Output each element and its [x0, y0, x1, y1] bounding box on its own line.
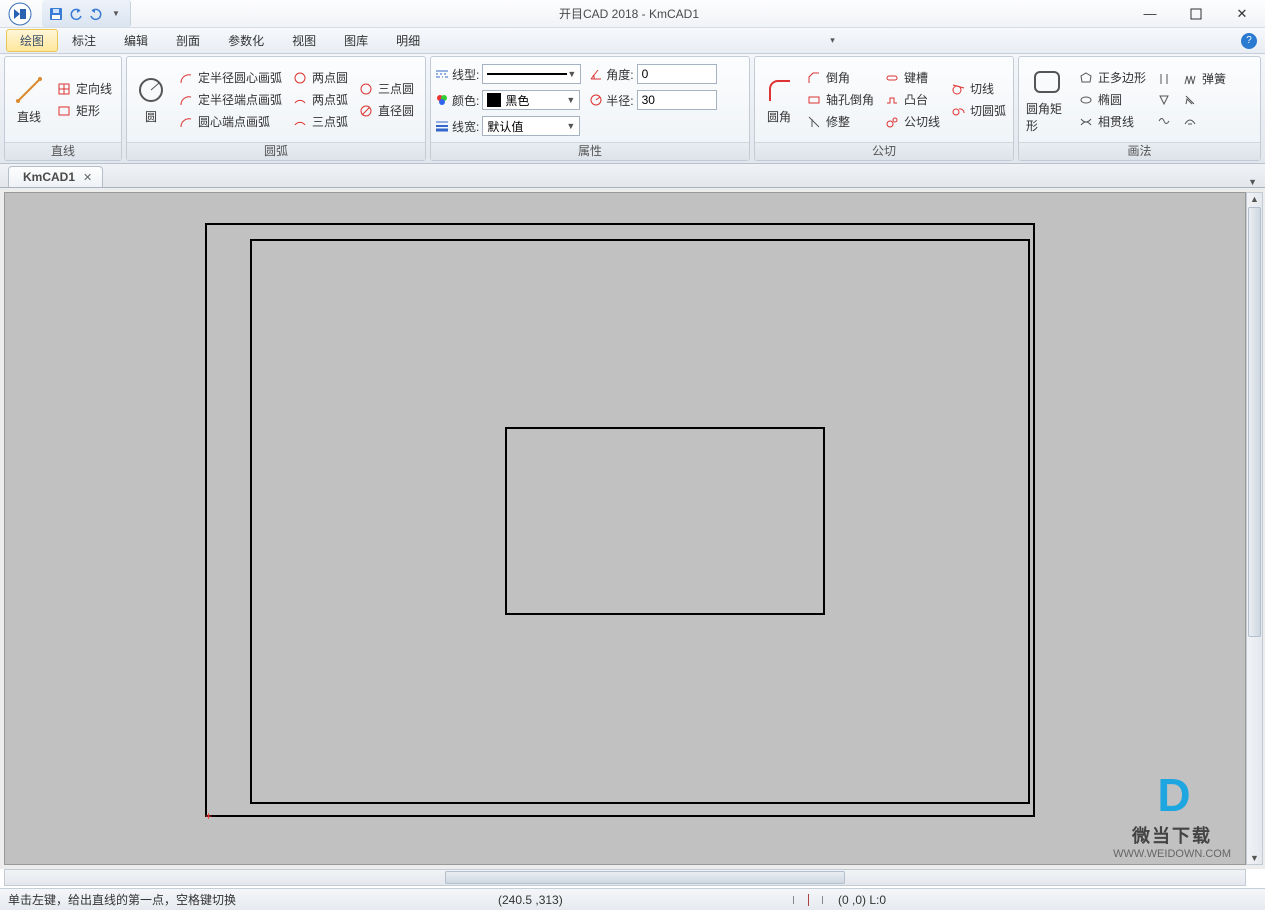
directed-line-button[interactable]: 定向线 [53, 79, 115, 98]
misc-icon-2[interactable] [1179, 112, 1229, 130]
menu-parametric[interactable]: 参数化 [214, 29, 278, 52]
linewidth-icon [435, 119, 449, 133]
undo-icon[interactable] [68, 6, 84, 22]
arc-radius-center[interactable]: 定半径圆心画弧 [175, 68, 285, 87]
vertical-scrollbar[interactable]: ▲ ▼ [1246, 192, 1263, 865]
drawing-canvas[interactable]: + D 微当下载 WWW.WEIDOWN.COM [4, 192, 1246, 865]
radius-input[interactable] [637, 90, 717, 110]
boss-button[interactable]: 凸台 [881, 90, 943, 109]
circle-button[interactable]: 圆 [131, 61, 171, 138]
title-bar: ▼ 开目CAD 2018 - KmCAD1 — ✕ [0, 0, 1265, 28]
menu-draw[interactable]: 绘图 [6, 29, 58, 52]
keyway-button[interactable]: 键槽 [881, 68, 943, 87]
scroll-down-icon[interactable]: ▼ [1247, 852, 1262, 864]
window-title: 开目CAD 2018 - KmCAD1 [131, 5, 1127, 22]
menu-section[interactable]: 剖面 [162, 29, 214, 52]
status-coordinates: (240.5 ,313) [498, 893, 778, 907]
arc-radius-endpoint[interactable]: 定半径端点画弧 [175, 90, 285, 109]
round-rect-button[interactable]: 圆角矩形 [1023, 61, 1071, 138]
rectangle-button[interactable]: 矩形 [53, 101, 115, 120]
hscroll-thumb[interactable] [445, 871, 845, 884]
ribbon: 直线 定向线 矩形 直线 圆 定半径圆心画弧 定半径端点画弧 圆心端点画弧 两点… [0, 54, 1265, 164]
horizontal-scrollbar[interactable] [4, 869, 1246, 886]
angle-input[interactable] [637, 64, 717, 84]
quick-access-toolbar: ▼ [42, 0, 131, 27]
line-button[interactable]: 直线 [9, 61, 49, 138]
tab-overflow-icon[interactable]: ▼ [1248, 177, 1257, 187]
menu-library[interactable]: 图库 [330, 29, 382, 52]
fillet-icon [763, 74, 795, 106]
panel-tangent: 圆角 倒角 轴孔倒角 修整 键槽 凸台 公切线 切线 切圆弧 公切 [754, 56, 1014, 161]
vscroll-thumb[interactable] [1248, 207, 1261, 637]
angle-icon [589, 67, 603, 81]
polygon-button[interactable]: 正多边形 [1075, 68, 1149, 87]
gear-icon-b[interactable] [1153, 91, 1175, 109]
directed-line-icon [56, 81, 72, 97]
scroll-up-icon[interactable]: ▲ [1247, 193, 1262, 205]
common-tangent-button[interactable]: 公切线 [881, 112, 943, 131]
diameter-circle[interactable]: 直径圆 [355, 101, 417, 120]
status-origin: (0 ,0) L:0 [838, 893, 886, 907]
misc-icon-1[interactable] [1179, 91, 1229, 109]
workspace: + D 微当下载 WWW.WEIDOWN.COM ▲ ▼ [0, 188, 1265, 869]
linetype-icon [435, 67, 449, 81]
minimize-ribbon-icon[interactable]: ▾ [830, 35, 835, 46]
status-ruler [778, 896, 838, 904]
minimize-button[interactable]: — [1127, 0, 1173, 27]
qa-dropdown-icon[interactable]: ▼ [108, 6, 124, 22]
fillet-button[interactable]: 圆角 [759, 61, 799, 138]
three-point-arc[interactable]: 三点弧 [289, 112, 351, 131]
panel-attributes: 线型: ▼ 颜色: 黑色▼ 线宽: 默认值▼ 角度: [430, 56, 750, 161]
document-tab[interactable]: KmCAD1 ✕ [8, 166, 103, 187]
status-bar: 单击左键，给出直线的第一点，空格键切换 (240.5 ,313) (0 ,0) … [0, 888, 1265, 910]
save-icon[interactable] [48, 6, 64, 22]
origin-marker: + [205, 809, 212, 823]
app-logo [0, 2, 40, 26]
menu-bar: 绘图 标注 编辑 剖面 参数化 视图 图库 明细 ▾ ? [0, 28, 1265, 54]
gear-icon-a[interactable] [1153, 70, 1175, 88]
linetype-select[interactable]: ▼ [482, 64, 581, 84]
close-button[interactable]: ✕ [1219, 0, 1265, 27]
panel-arc: 圆 定半径圆心画弧 定半径端点画弧 圆心端点画弧 两点圆 两点弧 三点弧 三点圆… [126, 56, 426, 161]
gear-icon-c[interactable] [1153, 112, 1175, 130]
two-point-arc[interactable]: 两点弧 [289, 90, 351, 109]
tangent-line-button[interactable]: 切线 [947, 79, 1009, 98]
radius-icon [589, 93, 603, 107]
maximize-button[interactable] [1173, 0, 1219, 27]
menu-view[interactable]: 视图 [278, 29, 330, 52]
circle-icon [135, 74, 167, 106]
chamfer-button[interactable]: 倒角 [803, 68, 877, 87]
status-hint: 单击左键，给出直线的第一点，空格键切换 [8, 891, 498, 908]
menu-edit[interactable]: 编辑 [110, 29, 162, 52]
intersection-line-button[interactable]: 相贯线 [1075, 112, 1149, 131]
panel-drawing-method: 圆角矩形 正多边形 椭圆 相贯线 弹簧 画法 [1018, 56, 1261, 161]
spring-button[interactable]: 弹簧 [1179, 69, 1229, 88]
redo-icon[interactable] [88, 6, 104, 22]
two-point-circle[interactable]: 两点圆 [289, 68, 351, 87]
color-icon [435, 93, 449, 107]
inner-rectangle [505, 427, 825, 615]
round-rect-icon [1031, 66, 1063, 98]
watermark: D 微当下载 WWW.WEIDOWN.COM [1113, 768, 1231, 860]
tangent-arc-button[interactable]: 切圆弧 [947, 101, 1009, 120]
rectangle-icon [56, 103, 72, 119]
linewidth-select[interactable]: 默认值▼ [482, 116, 580, 136]
color-select[interactable]: 黑色▼ [482, 90, 580, 110]
shaft-chamfer-button[interactable]: 轴孔倒角 [803, 90, 877, 109]
trim-button[interactable]: 修整 [803, 112, 877, 131]
help-icon[interactable]: ? [1241, 33, 1257, 49]
ellipse-button[interactable]: 椭圆 [1075, 90, 1149, 109]
menu-detail[interactable]: 明细 [382, 29, 434, 52]
document-tab-label: KmCAD1 [23, 170, 75, 184]
close-tab-icon[interactable]: ✕ [83, 171, 92, 184]
menu-annotate[interactable]: 标注 [58, 29, 110, 52]
panel-line: 直线 定向线 矩形 直线 [4, 56, 122, 161]
document-tab-bar: KmCAD1 ✕ ▼ [0, 164, 1265, 188]
arc-center-endpoint[interactable]: 圆心端点画弧 [175, 112, 285, 131]
three-point-circle[interactable]: 三点圆 [355, 79, 417, 98]
line-icon [13, 74, 45, 106]
